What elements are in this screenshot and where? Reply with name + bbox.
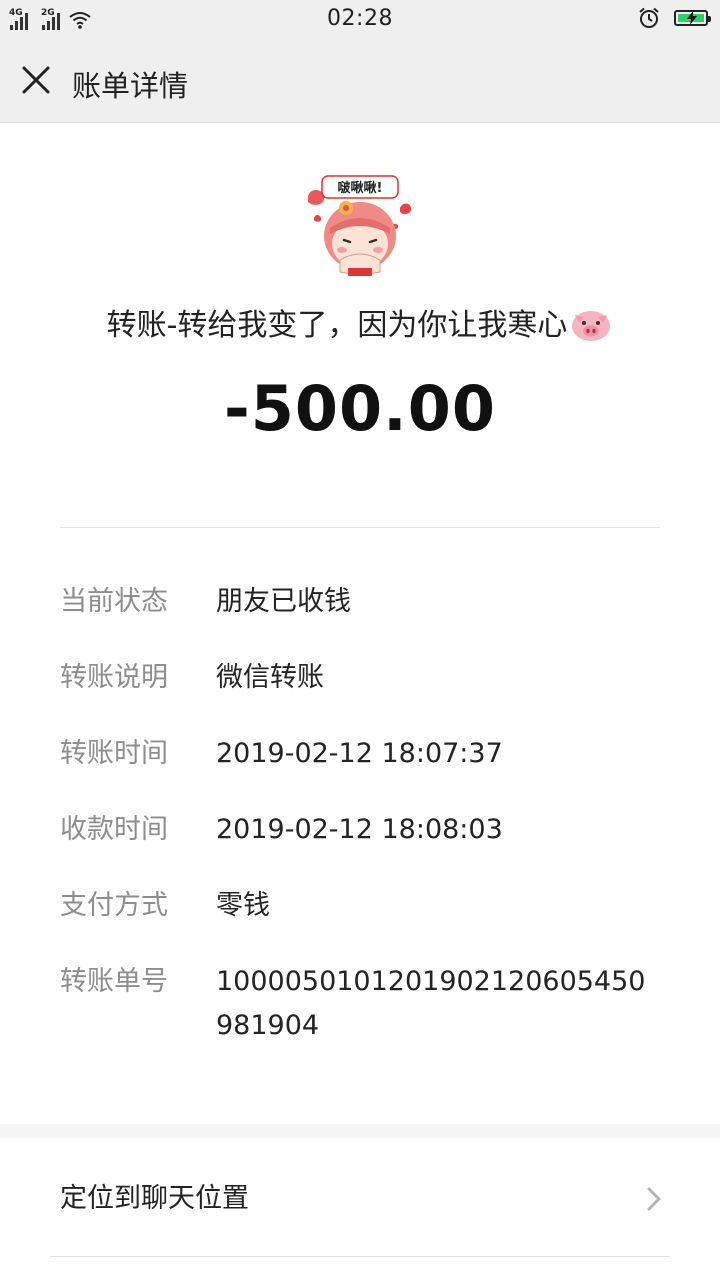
- detail-row-transaction-id: 转账单号 10000501012019021206054509819​04: [60, 960, 660, 1048]
- alarm-clock-icon: [639, 7, 659, 28]
- detail-label: 转账时间: [60, 738, 168, 769]
- transfer-amount: -500.00: [224, 372, 496, 445]
- detail-label: 收款时间: [60, 814, 168, 845]
- chevron-right-icon: [647, 1187, 661, 1211]
- detail-value: 10000501012019021206054509819​04: [216, 966, 646, 1041]
- detail-label: 当前状态: [60, 586, 168, 617]
- locate-chat-button[interactable]: 定位到聊天位置: [0, 1138, 720, 1256]
- section-separator: [0, 1124, 720, 1138]
- detail-value: 2019-02-12 18:07:37: [216, 738, 503, 769]
- detail-label: 转账说明: [60, 662, 168, 693]
- detail-label: 支付方式: [60, 890, 168, 921]
- detail-row-description: 转账说明 微信转账: [60, 656, 660, 700]
- locate-chat-label: 定位到聊天位置: [60, 1183, 249, 1214]
- nav-bar: 账单详情: [0, 40, 720, 123]
- section-divider: [60, 527, 660, 528]
- detail-row-transfer-time: 转账时间 2019-02-12 18:07:37: [60, 732, 660, 776]
- page-title: 账单详情: [72, 69, 189, 103]
- detail-value: 微信转账: [216, 662, 324, 693]
- detail-value: 零钱: [216, 890, 270, 921]
- sticker-avatar-icon: 啵啾啾!: [308, 175, 412, 276]
- detail-row-payment-method: 支付方式 零钱: [60, 884, 660, 928]
- charging-bolt-icon: [687, 11, 697, 25]
- bottom-divider: [50, 1256, 670, 1257]
- detail-value: 朋友已收钱: [216, 586, 351, 617]
- status-bar: 4G 2G 02:28: [0, 0, 720, 40]
- detail-row-status: 当前状态 朋友已收钱: [60, 580, 660, 624]
- detail-label: 转账单号: [60, 966, 168, 997]
- battery-icon: [674, 10, 711, 26]
- status-icons: [638, 7, 711, 29]
- pig-emoji-icon: [572, 311, 611, 341]
- detail-value: 2019-02-12 18:08:03: [216, 814, 503, 845]
- close-x-icon[interactable]: [18, 62, 54, 98]
- clock-time: 02:28: [327, 6, 393, 31]
- detail-row-receive-time: 收款时间 2019-02-12 18:08:03: [60, 808, 660, 852]
- transfer-remark: 转账-转给我变了，因为你让我寒心: [0, 300, 720, 344]
- transfer-remark-text: 转账-转给我变了，因为你让我寒心: [106, 308, 568, 343]
- sticker-text: 啵啾啾!: [338, 180, 383, 196]
